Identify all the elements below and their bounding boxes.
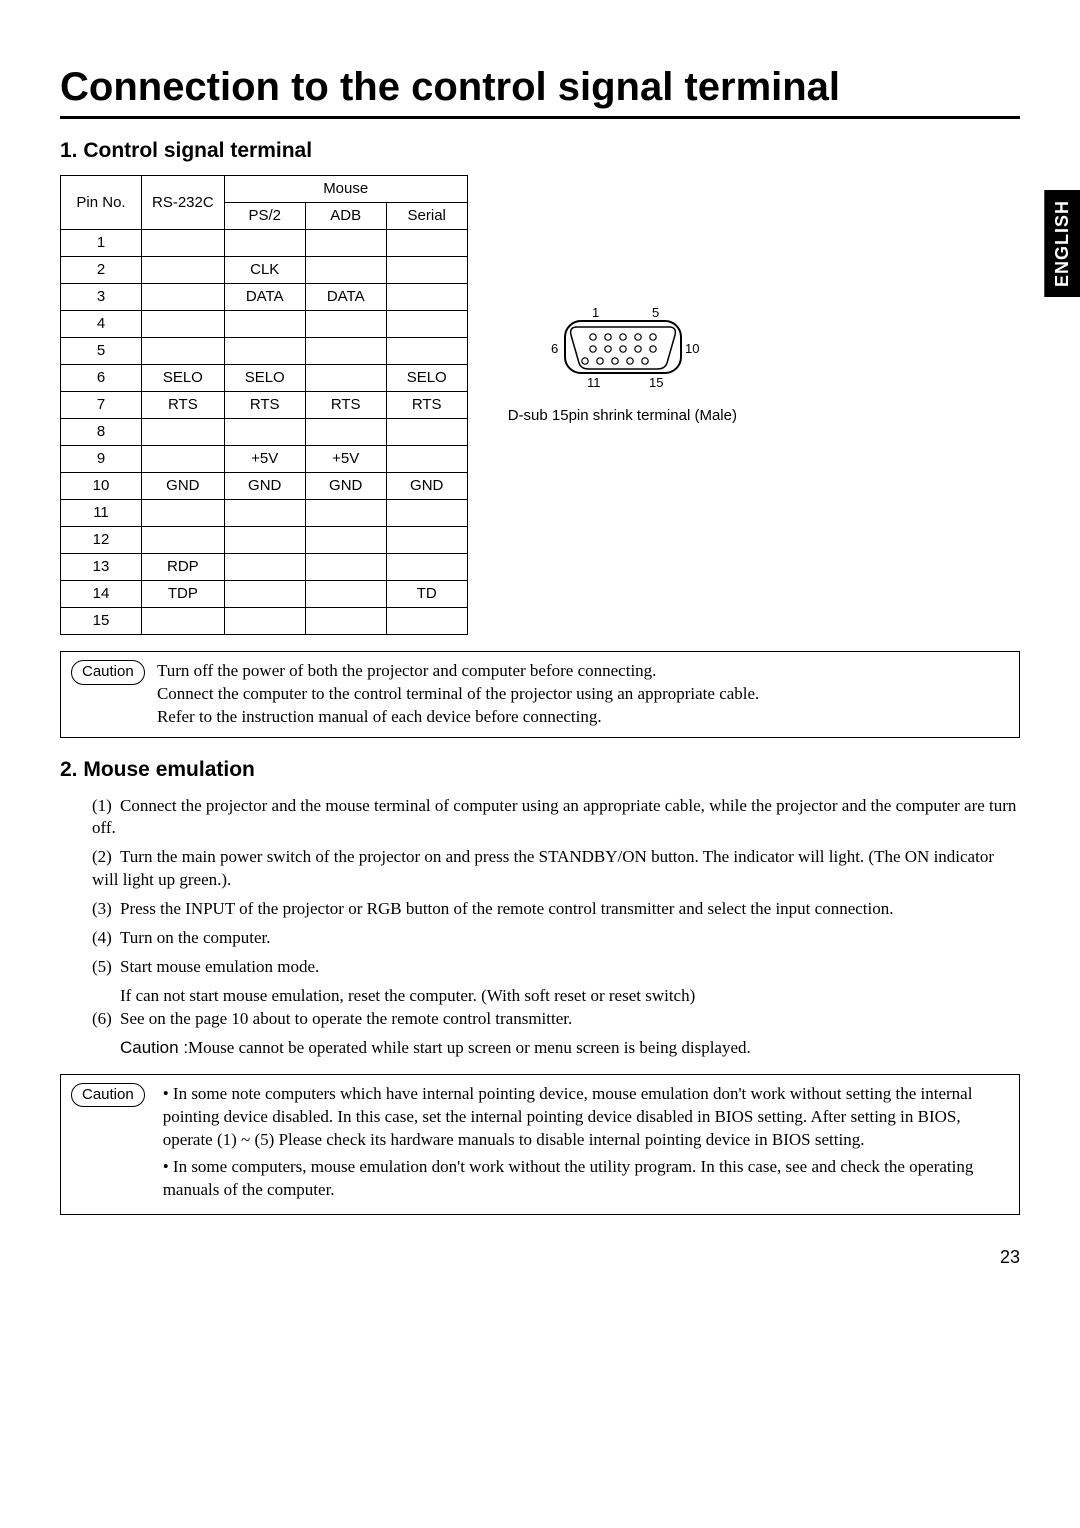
svg-text:6: 6 [551,341,558,356]
svg-text:11: 11 [587,375,601,390]
caution-badge: Caution [71,660,145,684]
list-item: (6)See on the page 10 about to operate t… [92,1008,1020,1031]
caution-badge: Caution [71,1083,145,1107]
th-ps2: PS/2 [224,203,305,230]
list-item: (1)Connect the projector and the mouse t… [92,795,1020,841]
caution-1-text: Turn off the power of both the projector… [157,660,759,729]
table-row: 10GNDGNDGNDGND [61,473,468,500]
table-row: 1 [61,230,468,257]
connector-diagram: 1 5 6 10 11 15 D-sub 15pin shrink termin… [508,305,737,426]
table-row: 2CLK [61,257,468,284]
svg-text:15: 15 [649,375,663,390]
th-adb: ADB [305,203,386,230]
table-row: 5 [61,338,468,365]
svg-text:5: 5 [652,305,659,320]
th-rs232c: RS-232C [142,176,225,230]
svg-text:10: 10 [685,341,699,356]
list-item: (3)Press the INPUT of the projector or R… [92,898,1020,921]
section-1-heading: 1. Control signal terminal [60,137,1020,165]
table-row: 3DATADATA [61,284,468,311]
table-row: 8 [61,419,468,446]
table-row: 15 [61,608,468,635]
section-2-heading: 2. Mouse emulation [60,756,1020,784]
table-row: 7RTSRTSRTSRTS [61,392,468,419]
connector-caption: D-sub 15pin shrink terminal (Male) [508,406,737,426]
table-row: 13RDP [61,554,468,581]
page-number: 23 [60,1245,1020,1269]
language-tab: ENGLISH [1044,190,1080,297]
caution-box-1: Caution Turn off the power of both the p… [60,651,1020,738]
list-item: (2)Turn the main power switch of the pro… [92,846,1020,892]
table-row: 6SELOSELOSELO [61,365,468,392]
page-title: Connection to the control signal termina… [60,60,1020,119]
list-item: (5)Start mouse emulation mode. [92,956,1020,979]
svg-text:1: 1 [592,305,599,320]
table-row: 4 [61,311,468,338]
caution-box-2: Caution • In some note computers which h… [60,1074,1020,1215]
th-pin: Pin No. [61,176,142,230]
caution-2-text: • In some note computers which have inte… [163,1083,1009,1206]
dsub-connector-icon: 1 5 6 10 11 15 [527,305,717,395]
table-row: 11 [61,500,468,527]
table-row: 9+5V+5V [61,446,468,473]
th-mouse: Mouse [224,176,467,203]
table-row: 14TDPTD [61,581,468,608]
list-item: (4)Turn on the computer. [92,927,1020,950]
pin-table: Pin No. RS-232C Mouse PS/2 ADB Serial 12… [60,175,468,635]
steps-list: (1)Connect the projector and the mouse t… [92,795,1020,1060]
th-serial: Serial [386,203,467,230]
table-row: 12 [61,527,468,554]
